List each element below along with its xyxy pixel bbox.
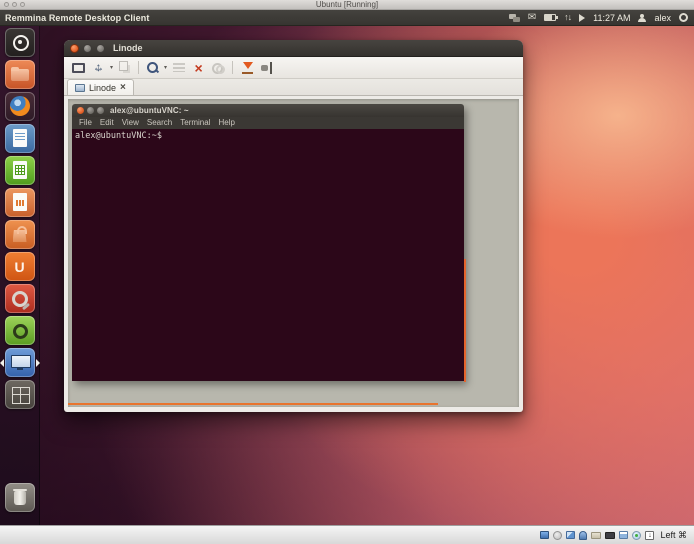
tab-linode[interactable]: Linode × — [67, 79, 134, 95]
vbox-statusbar: ↓ Left ⌘ — [0, 525, 694, 544]
terminal-window-title: alex@ubuntuVNC: ~ — [110, 106, 189, 115]
menu-edit[interactable]: Edit — [100, 119, 114, 127]
gears-icon — [212, 61, 225, 74]
fit-window-dropdown-caret[interactable]: ▾ — [109, 64, 114, 71]
network-computers-icon[interactable] — [509, 14, 520, 22]
virtual-screen-icon[interactable] — [619, 531, 628, 539]
toolbar-fullscreen-button[interactable] — [69, 59, 88, 77]
launcher-home-folder-icon[interactable] — [5, 60, 35, 89]
launcher-libreoffice-writer-icon[interactable] — [5, 124, 35, 153]
speaker-icon[interactable] — [579, 14, 585, 22]
scaled-mode-icon — [119, 61, 128, 71]
remmina-minimize-button[interactable] — [83, 44, 92, 53]
launcher-trash-icon[interactable] — [5, 483, 35, 512]
vbox-titlebar: Ubuntu [Running] — [0, 0, 694, 10]
vbox-network-icon[interactable] — [566, 531, 575, 539]
terminal-close-button[interactable] — [77, 107, 84, 114]
indicator-tray: ✉ ↑↓ 11:27 AM alex — [509, 13, 688, 23]
hdd-activity-icon[interactable] — [540, 531, 549, 539]
vbox-window-title: Ubuntu [Running] — [0, 0, 694, 9]
toolbar-disconnect-button[interactable] — [257, 59, 276, 77]
remote-screen-icon — [75, 84, 85, 92]
username-indicator[interactable]: alex — [654, 13, 671, 23]
remote-desktop-orange-strip — [68, 403, 438, 405]
launcher-system-settings-icon[interactable] — [5, 284, 35, 313]
launcher-software-center-icon[interactable] — [5, 220, 35, 249]
toolbar-separator — [138, 61, 139, 74]
remmina-maximize-button[interactable] — [96, 44, 105, 53]
terminal-minimize-button[interactable] — [87, 107, 94, 114]
clock-indicator[interactable]: 11:27 AM — [593, 13, 630, 23]
fit-window-icon — [92, 61, 105, 74]
zoom-dropdown-caret[interactable]: ▾ — [163, 64, 168, 71]
terminal-body[interactable]: alex@ubuntuVNC:~$ — [72, 129, 464, 381]
active-app-title[interactable]: Remmina Remote Desktop Client — [5, 13, 149, 23]
battery-icon[interactable] — [544, 14, 556, 21]
launcher-firefox-icon[interactable] — [5, 92, 35, 121]
terminal-window: alex@ubuntuVNC: ~ File Edit View Search … — [72, 104, 464, 381]
keyboard-capture-icon[interactable]: ↓ — [645, 531, 654, 540]
menu-help[interactable]: Help — [218, 119, 234, 127]
shared-folders-icon[interactable] — [591, 532, 601, 539]
ubuntu-top-panel: Remmina Remote Desktop Client ✉ ↑↓ 11:27… — [0, 10, 694, 26]
launcher-dash-home-icon[interactable] — [5, 28, 35, 57]
launcher-libreoffice-impress-icon[interactable] — [5, 188, 35, 217]
launcher-ubuntu-one-icon[interactable]: U — [5, 252, 35, 281]
toolbar-fit-window-button[interactable] — [89, 59, 108, 77]
toolbar-zoom-button[interactable] — [143, 59, 162, 77]
usb-devices-icon[interactable] — [579, 531, 587, 540]
features-icon[interactable] — [632, 531, 641, 540]
grab-keyboard-icon — [173, 63, 185, 72]
toolbar-scaled-mode-button[interactable] — [115, 59, 134, 77]
tools-x-icon: × — [194, 62, 202, 74]
terminal-titlebar[interactable]: alex@ubuntuVNC: ~ — [72, 104, 464, 117]
user-icon[interactable] — [638, 14, 646, 22]
toolbar-tools-button[interactable]: × — [189, 59, 208, 77]
terminal-orange-edge — [464, 259, 466, 382]
magnifier-icon — [146, 61, 159, 74]
terminal-prompt: alex@ubuntuVNC:~$ — [75, 131, 162, 141]
running-indicator-arrow — [0, 359, 4, 367]
toolbar-minimize-to-tray-button[interactable] — [237, 59, 256, 77]
launcher-package-tool-icon[interactable] — [5, 316, 35, 345]
fullscreen-icon — [72, 63, 85, 73]
terminal-maximize-button[interactable] — [97, 107, 104, 114]
launcher-workspace-switcher-icon[interactable] — [5, 380, 35, 409]
remmina-window: Linode ▾ ▾ × Linode × — [64, 40, 523, 412]
launcher-libreoffice-calc-icon[interactable] — [5, 156, 35, 185]
remmina-close-button[interactable] — [70, 44, 79, 53]
host-key-label: Left ⌘ — [660, 530, 687, 541]
disconnect-plug-icon — [260, 62, 273, 74]
tab-close-icon[interactable]: × — [120, 83, 126, 93]
menu-search[interactable]: Search — [147, 119, 172, 127]
network-traffic-icon[interactable]: ↑↓ — [564, 13, 571, 22]
remmina-toolbar: ▾ ▾ × — [64, 57, 523, 79]
remmina-tabbar: Linode × — [64, 79, 523, 96]
menu-file[interactable]: File — [79, 119, 92, 127]
toolbar-separator — [232, 61, 233, 74]
unity-launcher: U — [0, 26, 40, 525]
menu-view[interactable]: View — [122, 119, 139, 127]
toolbar-grab-keyboard-button[interactable] — [169, 59, 188, 77]
vnc-remote-desktop[interactable]: alex@ubuntuVNC: ~ File Edit View Search … — [68, 99, 519, 407]
terminal-menubar: File Edit View Search Terminal Help — [72, 117, 464, 129]
optical-drive-icon[interactable] — [553, 531, 562, 540]
remmina-window-title: Linode — [113, 43, 143, 53]
launcher-remmina-icon[interactable] — [5, 348, 35, 377]
ubuntu-desktop[interactable]: U Linode ▾ ▾ × — [0, 26, 694, 525]
display-icon[interactable] — [605, 532, 615, 539]
remmina-titlebar[interactable]: Linode — [64, 40, 523, 57]
mail-envelope-icon[interactable]: ✉ — [528, 13, 536, 23]
orange-down-arrow-icon — [241, 61, 253, 74]
session-gear-icon[interactable] — [679, 13, 688, 22]
menu-terminal[interactable]: Terminal — [180, 119, 210, 127]
tab-label: Linode — [89, 83, 116, 93]
toolbar-preferences-button[interactable] — [209, 59, 228, 77]
remmina-viewport: alex@ubuntuVNC: ~ File Edit View Search … — [64, 96, 523, 412]
focused-indicator-arrow — [36, 359, 40, 367]
